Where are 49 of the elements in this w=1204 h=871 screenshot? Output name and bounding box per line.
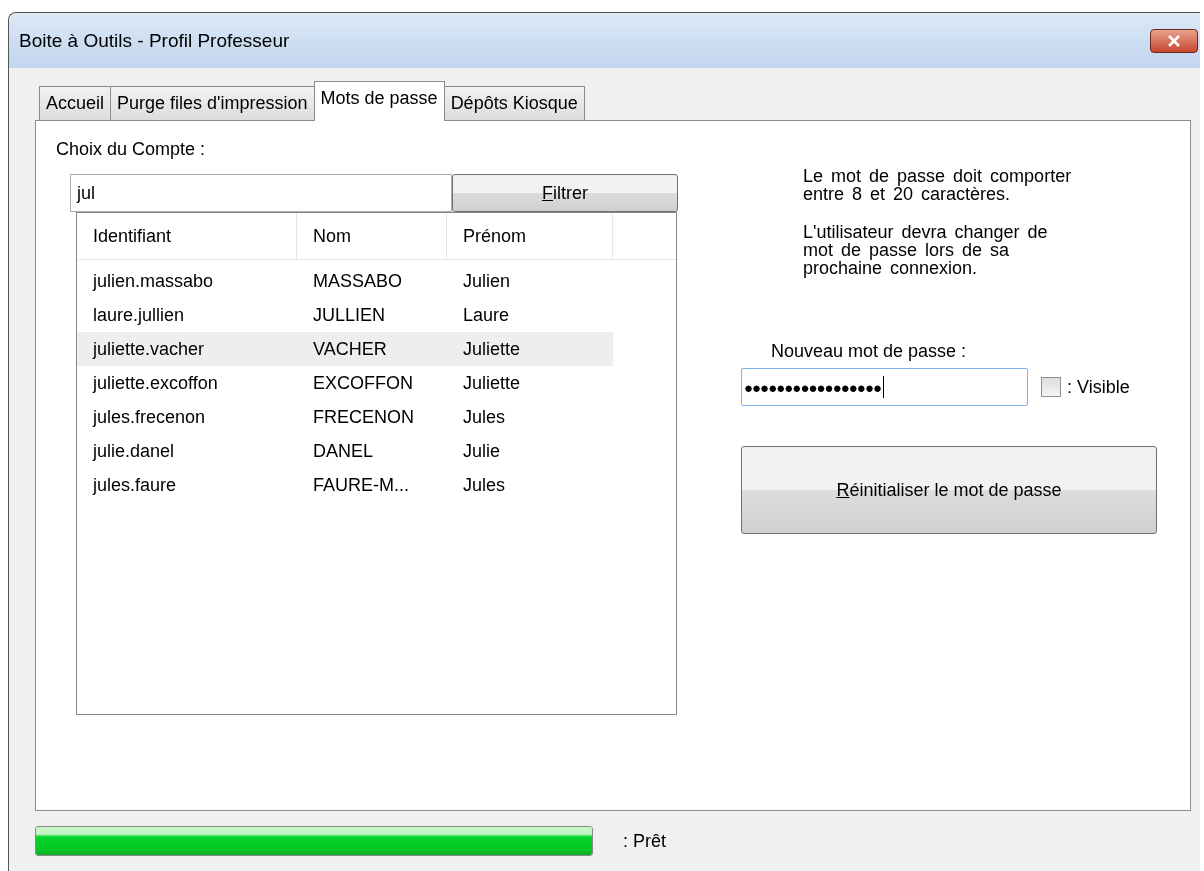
visible-checkbox[interactable] [1041,377,1061,397]
table-cell-text: Julien [462,270,512,292]
table-cell-text: Julie [462,440,502,462]
reset-button[interactable]: Réinitialiser le mot de passe [741,446,1157,534]
account-row[interactable]: juliette.excoffon EXCOFFON Juliette [77,366,613,400]
account-row[interactable]: laure.jullien JULLIEN Laure [77,298,613,332]
window-title: Boite à Outils - Profil Professeur [19,29,290,52]
table-cell-text: DANEL [312,440,375,462]
table-cell-text: EXCOFFON [312,372,414,394]
account-row[interactable]: jules.frecenon FRECENON Jules [77,400,613,434]
field-label: Choix du Compte : [56,139,207,160]
account-row[interactable]: jules.faure FAURE-M... Jules [77,468,613,502]
table-cell-text: juliette.vacher [91,338,206,360]
tab[interactable]: Dépôts Kiosque [443,86,585,120]
status-text: : Prêt [623,830,666,852]
table-cell-text: Juliette [462,372,522,394]
column-header[interactable]: Nom [297,213,447,259]
column-header[interactable]: Prénom [447,213,613,259]
table-cell-text: JULLIEN [312,304,387,326]
account-row[interactable]: julien.massabo MASSABO Julien [77,264,613,298]
account-row[interactable]: julie.danel DANEL Julie [77,434,613,468]
table-cell-text: VACHER [312,338,388,360]
table-cell-text: Jules [462,474,507,496]
checkbox-label: : Visible [1067,376,1130,398]
rule-text: Le mot de passe doit comporter entre 8 et 20 caractères. [803,167,1073,203]
table-cell-text: laure.jullien [92,304,186,326]
table-cell-text: MASSABO [312,270,404,292]
filter-button[interactable]: Filtrer [452,174,678,212]
table-cell-text: jules.faure [91,474,178,496]
table-cell-text: julien.massabo [91,270,215,292]
table-cell-text: jules.frecenon [91,406,207,428]
close-icon [1167,34,1181,47]
tab[interactable]: Accueil [39,86,112,120]
table-cell-text: Jules [462,406,507,428]
account-row[interactable]: juliette.vacher VACHER Juliette [77,332,613,366]
table-cell-text: FAURE-M... [312,474,410,496]
password-field[interactable]: ●●●●●●●●●●●●●●●●● [741,368,1028,406]
tab[interactable]: Purge files d'impression [110,86,315,120]
filter-field[interactable]: jul [70,174,452,212]
table-cell-text: juliette.excoffon [91,372,219,394]
table-cell-text: Laure [462,304,511,326]
table-cell-text: FRECENON [312,406,415,428]
column-header[interactable]: Identifiant [77,213,297,259]
close-button[interactable] [1150,28,1198,53]
field-label: Nouveau mot de passe : [771,341,968,362]
table-cell-text: julie.danel [91,440,176,462]
notice-text: L'utilisateur devra changer de mot de passe lors de sa prochaine connexion. [803,223,1049,277]
table-cell-text: Juliette [462,338,522,360]
tab[interactable]: Mots de passe [313,81,445,121]
